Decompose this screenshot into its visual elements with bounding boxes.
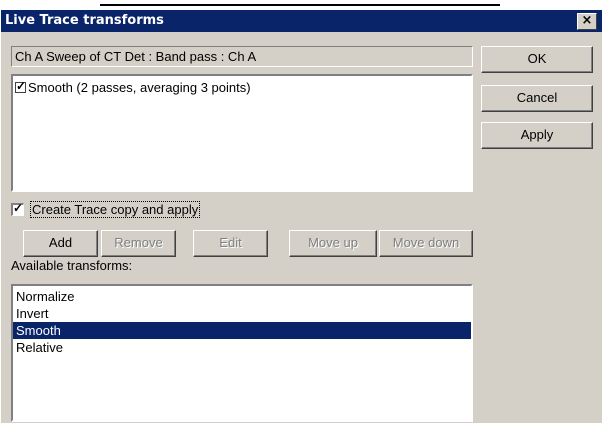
close-icon: × [581, 13, 593, 28]
ok-button[interactable]: OK [481, 46, 593, 73]
create-trace-copy-label[interactable]: Create Trace copy and apply [30, 201, 201, 218]
title-bar[interactable]: Live Trace transforms × [1, 10, 602, 32]
source-trace-text: Ch A Sweep of CT Det : Band pass : Ch A [15, 49, 257, 64]
create-trace-copy-option[interactable]: Create Trace copy and apply [11, 201, 201, 218]
apply-button[interactable]: Apply [481, 122, 593, 149]
applied-transform-item[interactable]: Smooth (2 passes, averaging 3 points) [15, 78, 469, 96]
available-item-invert[interactable]: Invert [13, 305, 471, 322]
available-item-relative[interactable]: Relative [13, 339, 471, 356]
applied-transform-label: Smooth (2 passes, averaging 3 points) [28, 79, 251, 95]
close-button[interactable]: × [577, 13, 597, 30]
document-fragment-strip [0, 0, 602, 10]
add-button[interactable]: Add [23, 230, 98, 257]
underline-rule [100, 4, 500, 6]
available-item-smooth[interactable]: Smooth [13, 322, 471, 339]
remove-button[interactable]: Remove [101, 230, 176, 257]
applied-transforms-list[interactable]: Smooth (2 passes, averaging 3 points) [11, 74, 473, 192]
live-trace-transforms-dialog: Live Trace transforms × Ch A Sweep of CT… [0, 10, 602, 423]
available-transforms-label: Available transforms: [11, 258, 133, 273]
available-transforms-list[interactable]: Normalize Invert Smooth Relative [11, 284, 473, 422]
applied-transform-checkbox[interactable] [15, 79, 26, 93]
available-item-normalize[interactable]: Normalize [13, 288, 471, 305]
move-down-button[interactable]: Move down [379, 230, 473, 257]
source-trace-field: Ch A Sweep of CT Det : Band pass : Ch A [11, 46, 473, 67]
edit-button[interactable]: Edit [193, 230, 268, 257]
window-title: Live Trace transforms [5, 13, 164, 28]
move-up-button[interactable]: Move up [289, 230, 377, 257]
cancel-button[interactable]: Cancel [481, 85, 593, 112]
create-trace-copy-checkbox[interactable] [11, 201, 24, 216]
